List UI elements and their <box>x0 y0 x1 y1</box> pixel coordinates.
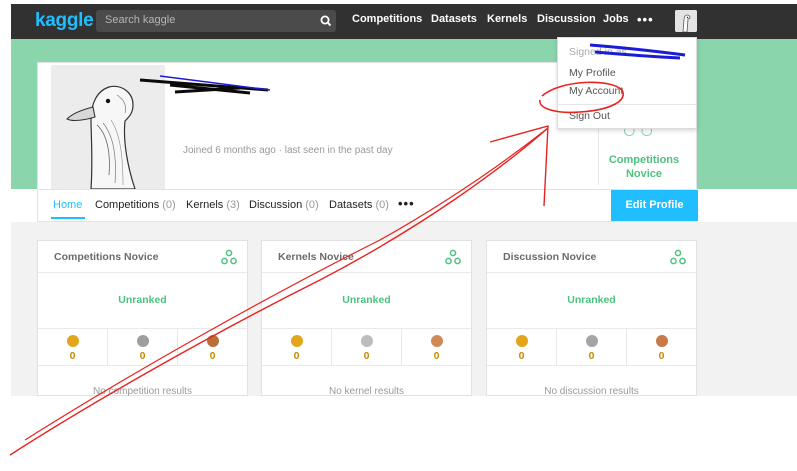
kaggle-profile-page: kaggle Search kaggle Competitions Datase… <box>0 0 797 471</box>
bronze-medal-icon <box>430 335 443 347</box>
user-dropdown-menu: Signed in as My Profile My Account Sign … <box>557 37 697 129</box>
bronze-count: 0 <box>658 350 665 362</box>
card-footer: No discussion results <box>544 386 639 397</box>
tier-network-icon <box>445 249 461 265</box>
signed-in-as-label: Signed in as <box>569 46 627 58</box>
achievement-card-kernels: Kernels Novice Unranked 0 0 0 No kernel … <box>261 240 472 397</box>
gold-count: 0 <box>293 350 300 362</box>
tier-divider <box>598 121 599 185</box>
medal-row: 0 0 0 <box>262 328 471 366</box>
gold-count: 0 <box>518 350 525 362</box>
tab-competitions-label: Competitions <box>95 199 160 211</box>
search-box[interactable]: Search kaggle <box>96 10 336 32</box>
silver-medal: 0 <box>108 329 178 365</box>
gold-medal: 0 <box>38 329 108 365</box>
bronze-medal-icon <box>655 335 668 347</box>
silver-medal-icon <box>360 335 373 347</box>
card-title: Discussion Novice <box>503 251 597 263</box>
profile-tabs: Home Competitions (0) Kernels (3) Discus… <box>37 190 698 222</box>
top-nav: kaggle Search kaggle Competitions Datase… <box>11 4 797 39</box>
card-header: Discussion Novice <box>487 241 696 273</box>
tier-network-icon <box>221 249 237 265</box>
edit-profile-button[interactable]: Edit Profile <box>611 190 698 221</box>
silver-count: 0 <box>588 350 595 362</box>
achievement-card-discussion: Discussion Novice Unranked 0 0 0 No disc… <box>486 240 697 397</box>
nav-competitions[interactable]: Competitions <box>352 13 422 25</box>
card-header: Competitions Novice <box>38 241 247 273</box>
card-rank: Unranked <box>118 294 167 306</box>
silver-count: 0 <box>363 350 370 362</box>
card-footer: No kernel results <box>328 386 405 397</box>
card-rank: Unranked <box>342 294 391 306</box>
bronze-medal: 0 <box>178 329 247 365</box>
tab-discussion-count: (0) <box>305 199 319 211</box>
joined-status: Joined 6 months ago · last seen in the p… <box>183 145 393 156</box>
user-avatar[interactable] <box>675 10 697 32</box>
bronze-medal: 0 <box>627 329 696 365</box>
silver-medal: 0 <box>332 329 402 365</box>
tabs-more-icon[interactable]: ••• <box>398 196 415 211</box>
nav-kernels[interactable]: Kernels <box>487 13 527 25</box>
tab-competitions-count: (0) <box>162 199 176 211</box>
menu-item-sign-out[interactable]: Sign Out <box>569 110 610 122</box>
gold-medal: 0 <box>487 329 557 365</box>
search-input[interactable]: Search kaggle <box>105 14 175 26</box>
bronze-medal-icon <box>206 335 219 347</box>
menu-item-my-account[interactable]: My Account <box>569 85 623 97</box>
silver-medal-icon <box>585 335 598 347</box>
silver-count: 0 <box>139 350 146 362</box>
card-header: Kernels Novice <box>262 241 471 273</box>
nav-jobs[interactable]: Jobs <box>603 13 629 25</box>
search-icon[interactable] <box>316 10 336 32</box>
tab-competitions[interactable]: Competitions (0) <box>95 199 176 211</box>
gold-medal-icon <box>515 335 528 347</box>
bronze-count: 0 <box>433 350 440 362</box>
nav-discussion[interactable]: Discussion <box>537 13 596 25</box>
bronze-medal: 0 <box>402 329 471 365</box>
tab-datasets-label: Datasets <box>329 199 373 211</box>
active-tab-underline <box>51 217 85 219</box>
achievement-card-competitions: Competitions Novice Unranked 0 0 0 No co… <box>37 240 248 397</box>
tier-label: Competitions Novice <box>608 154 680 180</box>
tab-kernels[interactable]: Kernels (3) <box>186 199 240 211</box>
menu-divider <box>558 104 696 105</box>
gold-medal-icon <box>290 335 303 347</box>
tab-discussion-label: Discussion <box>249 199 303 211</box>
medal-row: 0 0 0 <box>487 328 696 366</box>
kaggle-logo[interactable]: kaggle <box>35 10 94 32</box>
silver-medal: 0 <box>557 329 627 365</box>
card-footer: No competition results <box>93 386 192 397</box>
tab-home[interactable]: Home <box>53 199 82 211</box>
medal-row: 0 0 0 <box>38 328 247 366</box>
tier-network-icon <box>670 249 686 265</box>
menu-item-my-profile[interactable]: My Profile <box>569 67 616 79</box>
card-rank: Unranked <box>567 294 616 306</box>
bronze-count: 0 <box>209 350 216 362</box>
tab-discussion[interactable]: Discussion (0) <box>249 199 319 211</box>
tab-datasets-count: (0) <box>375 199 389 211</box>
gold-medal-icon <box>66 335 79 347</box>
gold-count: 0 <box>69 350 76 362</box>
gold-medal: 0 <box>262 329 332 365</box>
card-title: Competitions Novice <box>54 251 159 263</box>
nav-datasets[interactable]: Datasets <box>431 13 477 25</box>
tab-datasets[interactable]: Datasets (0) <box>329 199 389 211</box>
profile-avatar[interactable] <box>51 65 165 189</box>
card-title: Kernels Novice <box>278 251 354 263</box>
tab-kernels-label: Kernels <box>186 199 224 211</box>
silver-medal-icon <box>136 335 149 347</box>
tab-kernels-count: (3) <box>226 199 240 211</box>
nav-more-icon[interactable]: ••• <box>637 12 654 27</box>
